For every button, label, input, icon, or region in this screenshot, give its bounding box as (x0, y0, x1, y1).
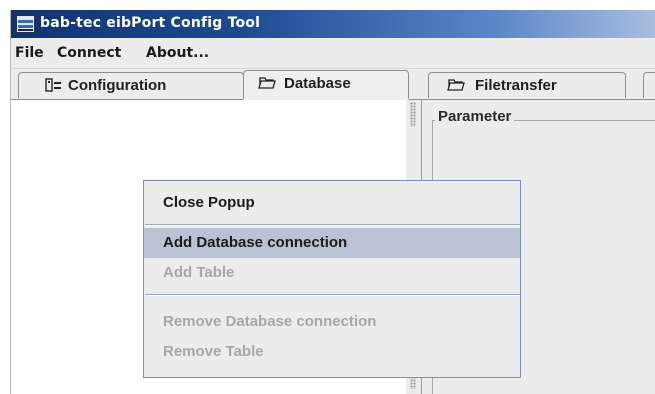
parameter-group-title: Parameter (435, 108, 515, 125)
app-window: bab-tec eibPort Config Tool File Connect… (10, 10, 655, 394)
configuration-icon (45, 78, 61, 92)
menu-item-add-table[interactable]: Add Table (144, 258, 520, 288)
menu-about[interactable]: About... (146, 45, 209, 61)
menu-item-close-popup-label: Close Popup (163, 194, 255, 211)
menu-separator (145, 294, 520, 296)
menu-item-remove-database-connection[interactable]: Remove Database connection (144, 307, 520, 337)
menu-item-remove-table-label: Remove Table (163, 343, 264, 360)
folder-icon (258, 77, 276, 89)
window-title: bab-tec eibPort Config Tool (40, 15, 261, 31)
tab-configuration[interactable]: Configuration (18, 72, 244, 98)
context-menu: Close Popup Add Database connection Add … (143, 180, 521, 378)
tab-database-label: Database (284, 75, 351, 92)
tab-strip: Configuration Database Filetransfer (11, 68, 655, 99)
menu-connect[interactable]: Connect (57, 45, 121, 61)
menu-item-add-database-connection[interactable]: Add Database connection (144, 228, 520, 258)
menu-item-add-database-connection-label: Add Database connection (163, 234, 348, 251)
tab-database[interactable]: Database (243, 70, 409, 99)
app-icon (16, 15, 35, 33)
menu-item-close-popup[interactable]: Close Popup (144, 188, 520, 218)
menu-file[interactable]: File (15, 45, 44, 61)
menu-bar: File Connect About... (11, 38, 655, 69)
menu-separator (145, 224, 520, 226)
menu-item-remove-table[interactable]: Remove Table (144, 337, 520, 367)
tab-configuration-label: Configuration (68, 77, 167, 94)
tab-filetransfer[interactable]: Filetransfer (428, 72, 626, 98)
tab-baseline (11, 99, 655, 100)
tab-overflow[interactable] (643, 72, 655, 98)
divider-grip-top[interactable] (410, 102, 416, 127)
title-bar[interactable]: bab-tec eibPort Config Tool (11, 10, 655, 38)
menu-item-remove-database-connection-label: Remove Database connection (163, 313, 377, 330)
tab-filetransfer-label: Filetransfer (475, 77, 557, 94)
menu-item-add-table-label: Add Table (163, 264, 235, 281)
folder-icon (447, 79, 465, 91)
